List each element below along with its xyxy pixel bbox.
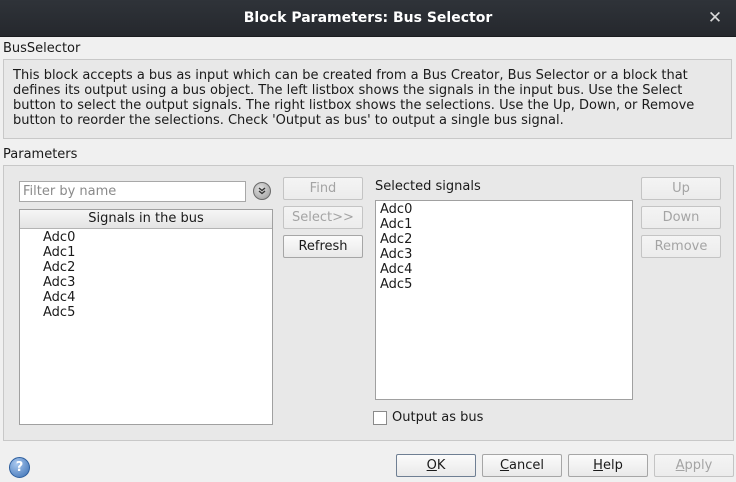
close-icon[interactable]: ✕	[706, 9, 724, 27]
ok-mnemonic: O	[426, 458, 437, 473]
block-name-label: BusSelector	[3, 41, 81, 56]
cancel-label-rest: ancel	[509, 458, 545, 473]
signal-item[interactable]: Adc0	[43, 230, 272, 245]
window-title: Block Parameters: Bus Selector	[243, 10, 493, 26]
refresh-button[interactable]: Refresh	[283, 235, 363, 258]
help-mnemonic: H	[593, 458, 603, 473]
chevron-down-circle-icon	[258, 187, 266, 195]
signal-item[interactable]: Adc2	[43, 260, 272, 275]
help-button[interactable]: Help	[568, 454, 648, 477]
help-label-rest: elp	[602, 458, 623, 473]
filter-options-button[interactable]	[253, 182, 271, 200]
block-description: This block accepts a bus as input which …	[13, 68, 695, 128]
selected-list-items: Adc0 Adc1 Adc2 Adc3 Adc4 Adc5	[376, 201, 632, 292]
signals-list-header: Signals in the bus	[20, 210, 272, 229]
parameters-label: Parameters	[3, 147, 78, 162]
apply-button[interactable]: Apply	[654, 454, 734, 477]
cancel-button[interactable]: Cancel	[482, 454, 562, 477]
up-button[interactable]: Up	[641, 177, 721, 200]
cancel-mnemonic: C	[499, 458, 510, 473]
remove-button[interactable]: Remove	[641, 235, 721, 258]
selected-signal-item[interactable]: Adc4	[380, 262, 632, 277]
signals-list-items: Adc0 Adc1 Adc2 Adc3 Adc4 Adc5	[20, 229, 272, 320]
ok-button[interactable]: OK	[396, 454, 476, 477]
find-button[interactable]: Find	[283, 177, 363, 200]
signal-item[interactable]: Adc1	[43, 245, 272, 260]
selected-signal-item[interactable]: Adc2	[380, 232, 632, 247]
down-button[interactable]: Down	[641, 206, 721, 229]
apply-label-rest: pply	[684, 458, 713, 473]
ok-label-rest: K	[436, 458, 446, 473]
selected-signal-item[interactable]: Adc5	[380, 277, 632, 292]
block-description-panel: This block accepts a bus as input which …	[3, 59, 732, 139]
output-as-bus-label[interactable]: Output as bus	[392, 410, 483, 425]
selected-signals-label: Selected signals	[375, 179, 481, 194]
selected-signal-item[interactable]: Adc0	[380, 202, 632, 217]
selected-signal-item[interactable]: Adc3	[380, 247, 632, 262]
selected-signals-listbox[interactable]: Adc0 Adc1 Adc2 Adc3 Adc4 Adc5	[375, 200, 633, 400]
selected-signal-item[interactable]: Adc1	[380, 217, 632, 232]
title-bar: Block Parameters: Bus Selector ✕	[0, 0, 736, 37]
output-as-bus-checkbox[interactable]	[373, 411, 387, 425]
apply-mnemonic: A	[675, 458, 685, 473]
signal-item[interactable]: Adc5	[43, 305, 272, 320]
question-icon[interactable]: ?	[9, 457, 30, 478]
signals-in-bus-listbox[interactable]: Signals in the bus Adc0 Adc1 Adc2 Adc3 A…	[19, 209, 273, 425]
signal-item[interactable]: Adc3	[43, 275, 272, 290]
filter-input[interactable]	[19, 181, 246, 202]
select-button[interactable]: Select>>	[283, 206, 363, 229]
signal-item[interactable]: Adc4	[43, 290, 272, 305]
